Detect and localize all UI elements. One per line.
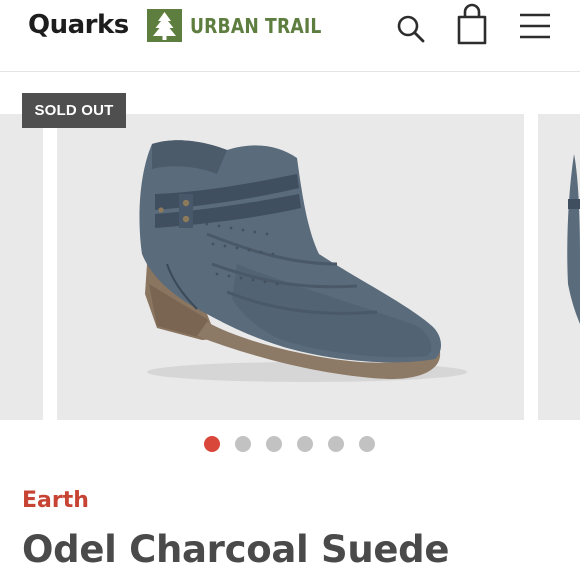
carousel-dot-4[interactable] [297,436,313,452]
carousel-dot-3[interactable] [266,436,282,452]
search-icon[interactable] [394,10,428,44]
product-boot-image [139,140,467,382]
carousel-slide-current[interactable] [57,114,524,420]
site-header: Quarks URBAN TRAIL [0,0,580,72]
product-brand-link[interactable]: Earth [22,486,89,516]
quarks-logo[interactable]: Quarks [28,8,129,42]
carousel-slide-previous[interactable] [0,114,43,420]
product-page: Quarks URBAN TRAIL SOLD OUT Earth Odel C… [0,0,580,580]
carousel-slide-next[interactable] [538,114,580,420]
carousel-dot-1[interactable] [204,436,220,452]
tree-icon [147,9,182,42]
sold-out-badge: SOLD OUT [22,93,126,128]
shopping-bag-icon[interactable] [453,3,491,47]
next-boot-image [567,154,580,324]
carousel-dot-6[interactable] [359,436,375,452]
carousel-dot-5[interactable] [328,436,344,452]
carousel-dot-2[interactable] [235,436,251,452]
product-title: Odel Charcoal Suede [22,528,450,571]
carousel-pagination [204,436,394,452]
urban-trail-logo[interactable]: URBAN TRAIL [190,12,322,40]
hamburger-menu-icon[interactable] [517,10,553,42]
